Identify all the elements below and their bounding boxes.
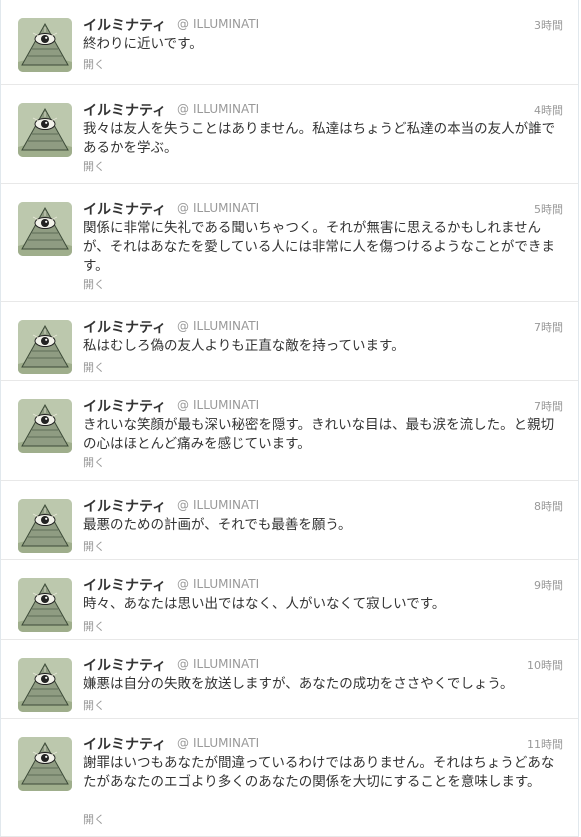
timestamp-link[interactable]: 9時間 [534, 577, 563, 593]
timestamp-link[interactable]: 3時間 [534, 17, 563, 33]
username-text: ILLUMINATI [193, 498, 260, 512]
username[interactable]: @ ILLUMINATI [177, 736, 259, 750]
expand-link[interactable]: 開く [83, 454, 105, 470]
timestamp-link[interactable]: 5時間 [534, 201, 563, 217]
tweet[interactable]: イルミナティ @ ILLUMINATI 3時間終わりに近いです。 開く [1, 0, 578, 85]
display-name[interactable]: イルミナティ [83, 734, 166, 754]
username-text: ILLUMINATI [193, 102, 260, 116]
timestamp-link[interactable]: 10時間 [527, 657, 563, 673]
avatar[interactable] [18, 320, 72, 374]
at-sign: @ [177, 577, 189, 591]
tweet-text: 終わりに近いです。 [83, 36, 203, 52]
username-text: ILLUMINATI [193, 398, 260, 412]
display-name[interactable]: イルミナティ [83, 575, 166, 595]
timestamp-link[interactable]: 4時間 [534, 102, 563, 118]
username-text: ILLUMINATI [193, 736, 260, 750]
tweet-text: 関係に非常に失礼である聞いちゃつく。それが無害に思えるかもしれませんが、それはあ… [83, 220, 555, 274]
timestamp-link[interactable]: 7時間 [534, 319, 563, 335]
username-text: ILLUMINATI [193, 657, 260, 671]
at-sign: @ [177, 736, 189, 750]
at-sign: @ [177, 319, 189, 333]
display-name[interactable]: イルミナティ [83, 100, 166, 120]
tweet[interactable]: イルミナティ @ ILLUMINATI 9時間時々、あなたは思い出ではなく、人がいなく… [1, 560, 578, 640]
expand-link[interactable]: 開く [83, 618, 105, 634]
username[interactable]: @ ILLUMINATI [177, 102, 259, 116]
tweet[interactable]: イルミナティ @ ILLUMINATI 7時間きれいな笑顔が最も深い秘密を隠す。きれい… [1, 381, 578, 481]
tweet-timeline: イルミナティ @ ILLUMINATI 3時間 終わりに近いです。 開く イルミナティ @ IL… [0, 0, 579, 837]
timestamp-link[interactable]: 8時間 [534, 498, 563, 514]
avatar[interactable] [18, 399, 72, 453]
at-sign: @ [177, 498, 189, 512]
avatar[interactable] [18, 737, 72, 791]
expand-link[interactable]: 開く [83, 276, 105, 292]
tweet[interactable]: イルミナティ @ ILLUMINATI 11時間謝罪はいつもあなたが間違っているわけで… [1, 719, 578, 837]
username-text: ILLUMINATI [193, 201, 260, 215]
username[interactable]: @ ILLUMINATI [177, 577, 259, 591]
expand-link[interactable]: 開く [83, 56, 105, 72]
username[interactable]: @ ILLUMINATI [177, 498, 259, 512]
display-name[interactable]: イルミナティ [83, 496, 166, 516]
timestamp-link[interactable]: 7時間 [534, 398, 563, 414]
avatar[interactable] [18, 658, 72, 712]
tweet-text: 時々、あなたは思い出ではなく、人がいなくて寂しいです。 [83, 596, 446, 612]
avatar[interactable] [18, 499, 72, 553]
at-sign: @ [177, 657, 189, 671]
expand-link[interactable]: 開く [83, 158, 105, 174]
expand-link[interactable]: 開く [83, 359, 105, 375]
avatar[interactable] [18, 578, 72, 632]
display-name[interactable]: イルミナティ [83, 396, 166, 416]
tweet[interactable]: イルミナティ @ ILLUMINATI 4時間我々は友人を失うことはありません。私達は… [1, 85, 578, 184]
tweet-text: 最悪のための計画が、それでも最善を願う。 [83, 517, 352, 533]
username[interactable]: @ ILLUMINATI [177, 657, 259, 671]
avatar[interactable] [18, 103, 72, 157]
at-sign: @ [177, 17, 189, 31]
username-text: ILLUMINATI [193, 319, 260, 333]
tweet-text: きれいな笑顔が最も深い秘密を隠す。きれいな目は、最も涙を流した。と親切の心はほと… [83, 417, 555, 452]
expand-link[interactable]: 開く [83, 538, 105, 554]
display-name[interactable]: イルミナティ [83, 199, 166, 219]
tweet-text: 嫌悪は自分の失敗を放送しますが、あなたの成功をささやくでしょう。 [83, 676, 514, 692]
expand-link[interactable]: 開く [83, 811, 105, 827]
tweet-text: 私はむしろ偽の友人よりも正直な敵を持っています。 [83, 338, 405, 354]
display-name[interactable]: イルミナティ [83, 317, 166, 337]
username[interactable]: @ ILLUMINATI [177, 17, 259, 31]
username[interactable]: @ ILLUMINATI [177, 398, 259, 412]
username[interactable]: @ ILLUMINATI [177, 319, 259, 333]
username[interactable]: @ ILLUMINATI [177, 201, 259, 215]
timestamp-link[interactable]: 11時間 [527, 736, 563, 752]
tweet[interactable]: イルミナティ @ ILLUMINATI 5時間関係に非常に失礼である聞いちゃつく。それ… [1, 184, 578, 302]
avatar[interactable] [18, 18, 72, 72]
avatar[interactable] [18, 202, 72, 256]
username-text: ILLUMINATI [193, 17, 260, 31]
tweet[interactable]: イルミナティ @ ILLUMINATI 10時間 嫌悪は自分の失敗を放送しますが、あなた… [1, 640, 578, 719]
display-name[interactable]: イルミナティ [83, 15, 166, 35]
tweet-text: 謝罪はいつもあなたが間違っているわけではありません。それはちょうどあなたがあなた… [83, 755, 555, 790]
tweet[interactable]: イルミナティ @ ILLUMINATI 7時間私はむしろ偽の友人よりも正直な敵を持って… [1, 302, 578, 381]
display-name[interactable]: イルミナティ [83, 655, 166, 675]
at-sign: @ [177, 398, 189, 412]
tweet-text: 我々は友人を失うことはありません。私達はちょうど私達の本当の友人が誰であるかを学… [83, 121, 556, 156]
tweet[interactable]: イルミナティ @ ILLUMINATI 8時間最悪のための計画が、それでも最善を願う。… [1, 481, 578, 560]
username-text: ILLUMINATI [193, 577, 260, 591]
at-sign: @ [177, 201, 189, 215]
at-sign: @ [177, 102, 189, 116]
expand-link[interactable]: 開く [83, 697, 105, 713]
